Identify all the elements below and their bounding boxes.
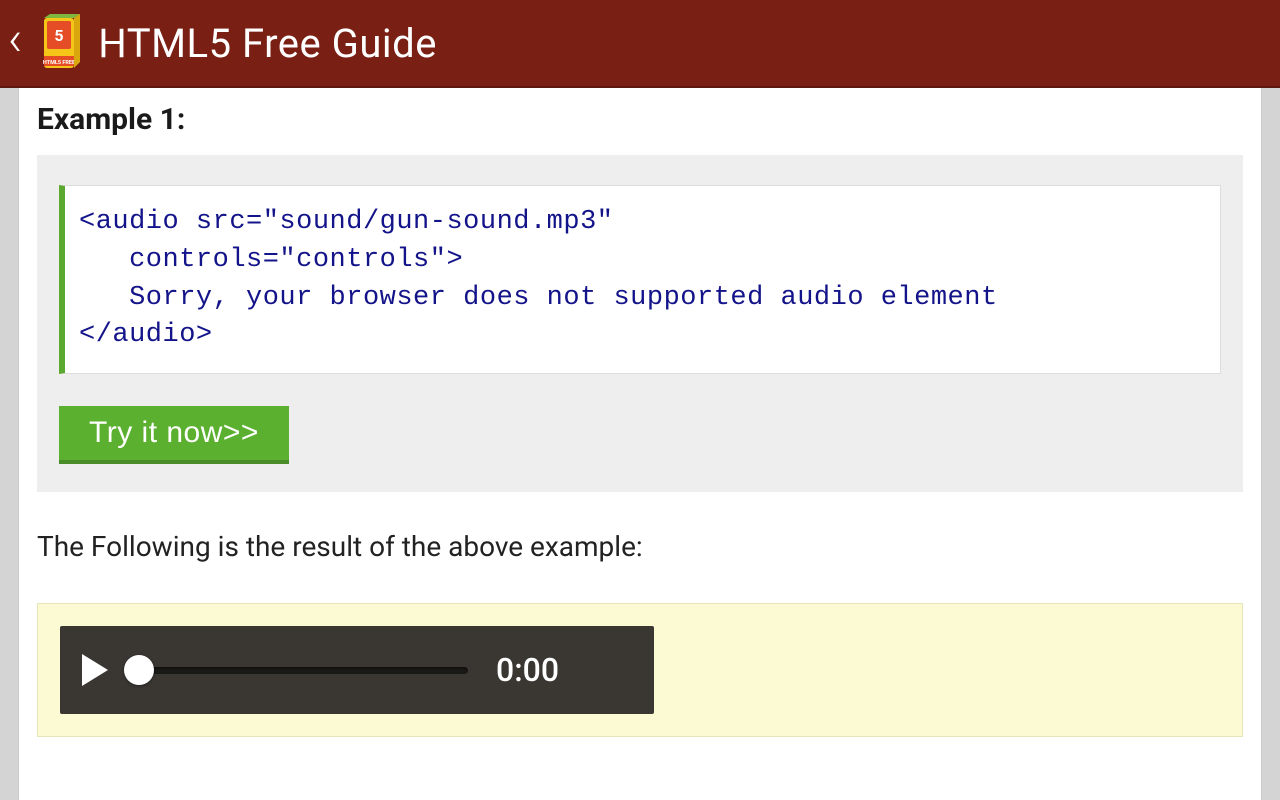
code-section: <audio src="sound/gun-sound.mp3" control… — [37, 155, 1243, 492]
code-text: <audio src="sound/gun-sound.mp3" control… — [79, 204, 1204, 355]
audio-player: 0:00 — [60, 626, 654, 714]
seek-thumb[interactable] — [124, 655, 154, 685]
code-box: <audio src="sound/gun-sound.mp3" control… — [59, 185, 1221, 374]
app-header: ‹ 5 HTML5 FREE HTML5 Free Guide — [0, 0, 1280, 88]
audio-seek-slider[interactable] — [128, 663, 468, 677]
example-heading: Example 1: — [37, 102, 1243, 137]
content-area: Example 1: <audio src="sound/gun-sound.m… — [18, 88, 1262, 800]
play-button[interactable] — [80, 652, 110, 688]
back-button[interactable]: ‹ — [8, 15, 26, 71]
app-logo-icon: 5 HTML5 FREE — [30, 14, 88, 72]
seek-track — [128, 667, 468, 674]
svg-text:5: 5 — [55, 26, 64, 45]
app-title: HTML5 Free Guide — [98, 20, 437, 67]
time-label: 0:00 — [496, 651, 559, 689]
result-box: 0:00 — [37, 603, 1243, 737]
try-it-button[interactable]: Try it now>> — [59, 406, 289, 464]
svg-text:HTML5 FREE: HTML5 FREE — [43, 60, 75, 66]
result-intro-text: The Following is the result of the above… — [37, 530, 1243, 563]
